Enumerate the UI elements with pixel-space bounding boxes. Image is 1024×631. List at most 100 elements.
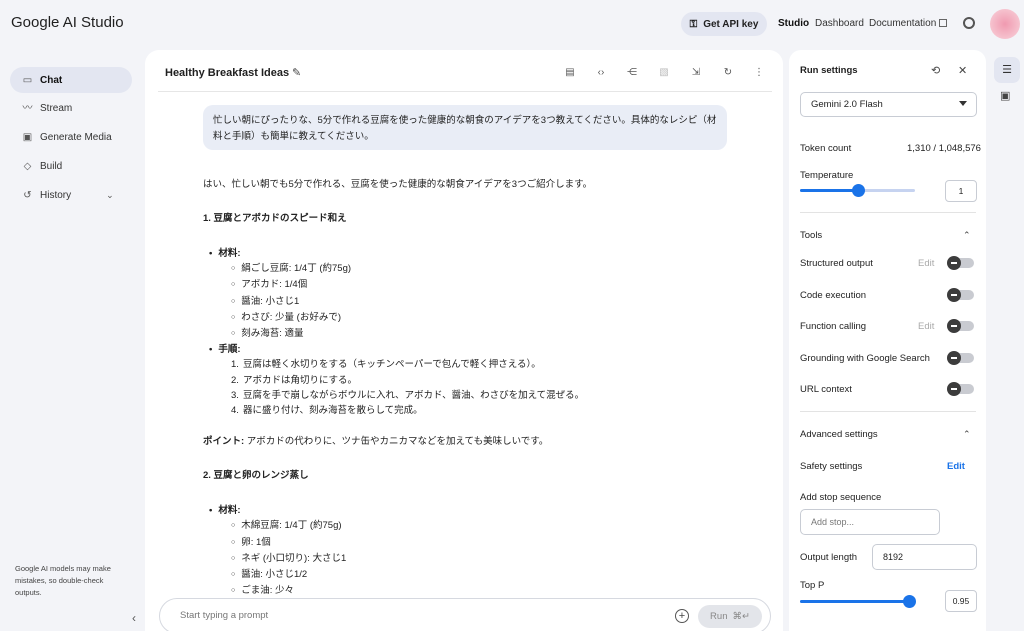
- nav-documentation-label: Documentation: [869, 18, 937, 29]
- top-p-slider[interactable]: [800, 595, 916, 608]
- list-item-text: 卵: 1個: [241, 536, 271, 548]
- stream-icon: 〰: [22, 102, 33, 114]
- external-link-icon: [939, 19, 948, 27]
- grounding-toggle[interactable]: [947, 351, 974, 365]
- share-icon[interactable]: ⋲: [625, 66, 639, 80]
- sidebar-item-stream[interactable]: 〰 Stream: [10, 95, 132, 121]
- top-p-input[interactable]: 0.95: [945, 590, 977, 612]
- nav-studio[interactable]: Studio: [778, 18, 809, 29]
- edit-title-pencil-icon[interactable]: ✎: [292, 66, 301, 79]
- token-count-value: 1,310 / 1,048,576: [907, 143, 981, 154]
- model-select-value: Gemini 2.0 Flash: [811, 99, 883, 110]
- slider-thumb[interactable]: [852, 184, 865, 197]
- prompt-input[interactable]: Start typing a prompt: [180, 610, 268, 621]
- add-media-plus-icon[interactable]: +: [675, 609, 689, 623]
- sidebar-item-chat[interactable]: ▭ Chat: [10, 67, 132, 93]
- ingredients-list: 絹ごし豆腐: 1/4丁 (約75g) アボカド: 1/4個 醤油: 小さじ1 わ…: [231, 261, 743, 342]
- key-icon: ⚿: [689, 18, 698, 30]
- temperature-label: Temperature: [800, 170, 854, 181]
- list-item-text: 豆腐は軽く水切りをする（キッチンペーパーで包んで軽く押さえる）。: [242, 359, 541, 371]
- chat-title[interactable]: Healthy Breakfast Ideas: [165, 67, 289, 79]
- sidebar-item-label: Build: [40, 160, 63, 172]
- run-label: Run: [710, 611, 728, 622]
- token-count-label: Token count: [800, 143, 852, 154]
- list-item-text: アボカドは角切りにする。: [242, 374, 358, 386]
- list-item: 3. 豆腐を手で崩しながらボウルに入れ、アボカド、醤油、わさびを加えて混ぜる。: [231, 389, 585, 401]
- code-icon[interactable]: ‹›: [594, 66, 608, 80]
- list-item: 卵: 1個: [231, 535, 743, 551]
- structured-output-edit[interactable]: Edit: [918, 258, 934, 269]
- tool-structured-output-label: Structured output: [800, 258, 873, 269]
- tool-grounding-label: Grounding with Google Search: [800, 353, 930, 364]
- chevron-up-icon[interactable]: ⌃: [963, 429, 971, 440]
- app-logo[interactable]: Google AI Studio: [11, 14, 124, 31]
- advanced-settings-label[interactable]: Advanced settings: [800, 429, 878, 440]
- list-item: アボカド: 1/4個: [231, 277, 743, 293]
- output-length-input[interactable]: 8192: [872, 544, 977, 570]
- tool-url-context-label: URL context: [800, 384, 852, 395]
- ingredients-list: 木綿豆腐: 1/4丁 (約75g) 卵: 1個 ネギ (小口切り): 大さじ1 …: [231, 518, 743, 599]
- slider-fill: [800, 600, 909, 603]
- model-response: はい、忙しい朝でも5分で作れる、豆腐を使った健康的な朝食アイデアを3つご紹介しま…: [203, 178, 743, 599]
- nav-dashboard[interactable]: Dashboard: [815, 18, 864, 29]
- refresh-icon[interactable]: ↻: [721, 66, 735, 80]
- list-item: 醤油: 小さじ1: [231, 294, 743, 310]
- sidebar-item-build[interactable]: ◇ Build: [10, 153, 132, 179]
- history-icon: ↺: [23, 189, 32, 201]
- url-context-toggle[interactable]: [947, 382, 974, 396]
- list-item-text: 醤油: 小さじ1/2: [241, 569, 308, 581]
- chevron-up-icon[interactable]: ⌃: [963, 230, 971, 241]
- sidebar-item-label: History: [40, 189, 72, 201]
- sidebar-item-generate-media[interactable]: ▣ Generate Media: [10, 124, 132, 150]
- more-vert-icon[interactable]: ⋮: [752, 66, 766, 80]
- sidebar-item-history[interactable]: ↺ History ⌄: [10, 182, 132, 208]
- tool-code-execution-label: Code execution: [800, 290, 867, 301]
- compare-icon[interactable]: ▧: [657, 66, 671, 80]
- list-item: 木綿豆腐: 1/4丁 (約75g): [231, 518, 743, 534]
- sidebar-item-label: Stream: [40, 102, 73, 114]
- settings-gear-icon[interactable]: [963, 17, 975, 29]
- run-button[interactable]: Run ⌘↵: [698, 605, 762, 628]
- get-api-key-label: Get API key: [703, 18, 759, 30]
- list-item-text: わさび: 少量 (お好みで): [241, 311, 341, 323]
- list-item-text: 器に盛り付け、刻み海苔を散らして完成。: [242, 405, 423, 417]
- temperature-input[interactable]: 1: [945, 180, 977, 202]
- slider-thumb[interactable]: [903, 595, 916, 608]
- list-item: 材料: 絹ごし豆腐: 1/4丁 (約75g) アボカド: 1/4個 醤油: 小さ…: [209, 246, 743, 342]
- nav-documentation[interactable]: Documentation: [869, 18, 948, 29]
- clipboard-icon[interactable]: ▤: [563, 66, 577, 80]
- list-item: 4. 器に盛り付け、刻み海苔を散らして完成。: [231, 405, 423, 417]
- avatar[interactable]: [990, 9, 1020, 39]
- run-settings-title: Run settings: [800, 65, 858, 76]
- collapse-sidebar-icon[interactable]: ‹: [125, 609, 143, 627]
- ingredients-label: 材料:: [209, 248, 241, 259]
- list-item-text: ごま油: 少々: [241, 585, 295, 597]
- safety-settings-edit[interactable]: Edit: [947, 461, 965, 472]
- recipe2-heading: 2. 豆腐と卵のレンジ蒸し: [203, 470, 309, 482]
- list-item-text: 醤油: 小さじ1: [241, 295, 300, 307]
- list-item: わさび: 少量 (お好みで): [231, 310, 743, 326]
- run-settings-tune-icon[interactable]: ☰: [994, 57, 1020, 83]
- temperature-slider[interactable]: [800, 184, 915, 197]
- media-gallery-icon[interactable]: ▣: [1000, 89, 1010, 102]
- compress-icon[interactable]: ⇲: [689, 66, 703, 80]
- get-api-key-button[interactable]: ⚿ Get API key: [681, 12, 767, 36]
- stop-sequence-input[interactable]: Add stop...: [800, 509, 940, 535]
- list-item: 1. 豆腐は軽く水切りをする（キッチンペーパーで包んで軽く押さえる）。: [231, 359, 541, 371]
- reset-settings-icon[interactable]: ⟲: [931, 64, 940, 77]
- steps-label: 手順:: [209, 344, 241, 355]
- function-calling-edit[interactable]: Edit: [918, 321, 934, 332]
- structured-output-toggle[interactable]: [947, 256, 974, 270]
- divider: [800, 212, 976, 213]
- close-icon[interactable]: ✕: [958, 64, 967, 77]
- model-select[interactable]: Gemini 2.0 Flash: [800, 92, 977, 117]
- list-item: 醤油: 小さじ1/2: [231, 567, 743, 583]
- list-item-text: 木綿豆腐: 1/4丁 (約75g): [241, 520, 342, 532]
- code-execution-toggle[interactable]: [947, 288, 974, 302]
- function-calling-toggle[interactable]: [947, 319, 974, 333]
- chat-icon: ▭: [22, 74, 33, 86]
- header-divider: [158, 91, 772, 92]
- output-length-label: Output length: [800, 552, 858, 563]
- slider-fill: [800, 189, 858, 192]
- tools-label[interactable]: Tools: [800, 230, 822, 241]
